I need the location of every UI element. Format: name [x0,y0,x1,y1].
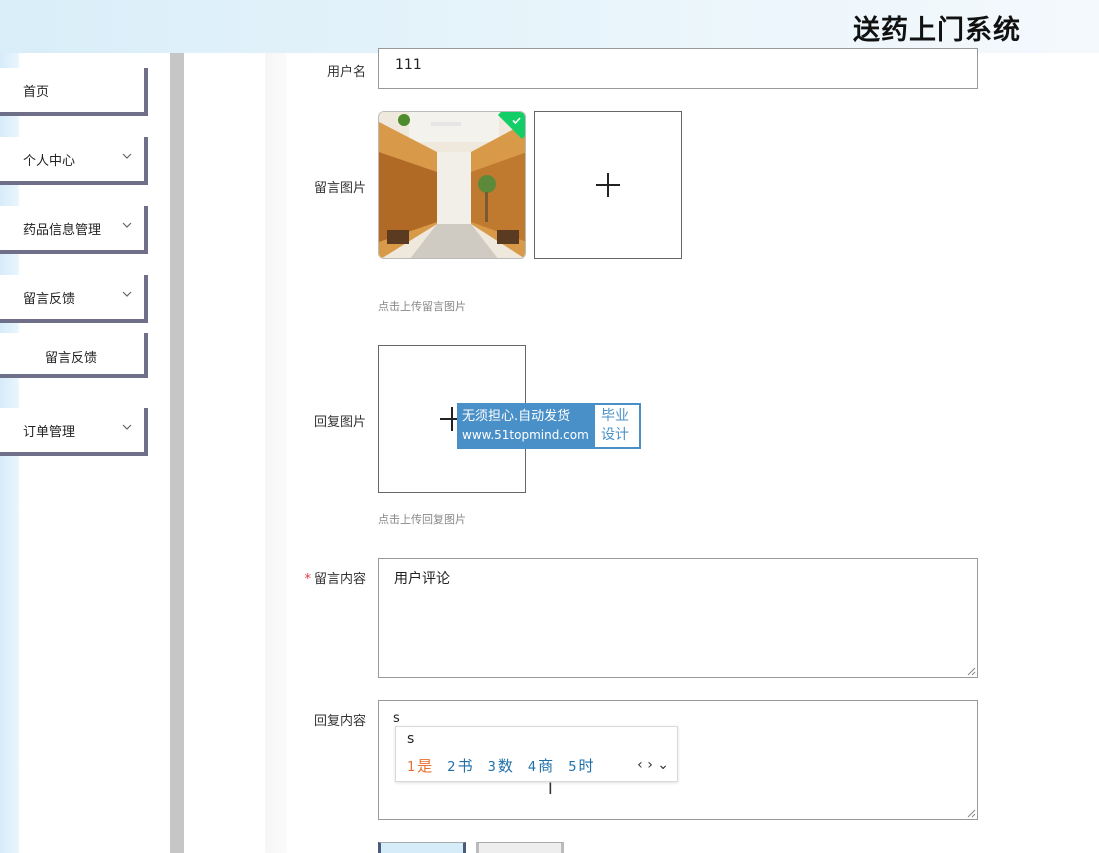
text-cursor-icon: I [548,779,553,798]
reply-content-value: s [393,711,400,726]
background-strip [265,53,287,853]
cancel-button[interactable] [476,842,564,853]
sidebar-item-label: 药品信息管理 [23,223,102,238]
plus-icon [596,173,620,197]
reply-image-label: 回复图片 [313,415,366,430]
message-image-hint: 点击上传留言图片 [378,300,466,313]
check-icon [512,117,521,125]
username-label: 用户名 [326,65,366,80]
ime-candidate-text: 书 [457,757,473,775]
message-content-value: 用户评论 [394,571,450,587]
ime-candidate[interactable]: 4商 [528,755,553,776]
sidebar-subitem-feedback[interactable]: 留言反馈 [0,333,148,378]
ime-candidate[interactable]: 1是 [407,755,432,776]
message-content-label-text: 留言内容 [313,572,366,587]
sidebar-item-orders[interactable]: 订单管理 [0,408,148,456]
watermark-badge-line1: 毕业 [601,408,629,424]
ime-candidate-popup: s 1是 2书 3数 4商 5时 ‹ › ⌄ [395,726,678,782]
message-image-thumbnail[interactable] [378,111,526,259]
ime-candidate-number: 4 [527,760,537,775]
study-room-photo [379,112,525,258]
sidebar-item-feedback[interactable]: 留言反馈 [0,275,148,323]
chevron-down-icon [122,291,132,297]
sidebar-item-label: 订单管理 [23,425,76,440]
chevron-down-icon [122,424,132,430]
reply-content-label: 回复内容 [313,714,366,729]
reply-image-hint: 点击上传回复图片 [378,513,466,526]
required-asterisk: * [304,572,311,587]
sidebar-item-label: 首页 [23,85,50,100]
message-content-label: * 留言内容 [276,568,366,587]
watermark-line1: 无须担心.自动发货 [462,409,571,424]
watermark-badge-line2: 设计 [601,427,629,443]
ime-candidate-text: 数 [497,757,513,775]
sidebar-item-label: 留言反馈 [23,292,76,307]
submit-button[interactable] [378,842,466,853]
ime-candidate-number: 1 [407,760,416,775]
watermark-text: 无须担心.自动发货 www.51topmind.com [457,403,593,449]
watermark-line2: www.51topmind.com [462,428,589,442]
message-image-upload-button[interactable] [534,111,682,259]
ime-candidate-text: 是 [417,757,433,775]
ime-candidate-text: 商 [538,757,554,775]
chevron-down-icon [122,153,132,159]
sidebar-scroll-divider [170,53,184,853]
ime-candidate-number: 3 [487,760,496,775]
ime-candidate[interactable]: 3数 [488,755,513,776]
chevron-down-icon [122,222,132,228]
ime-candidate-number: 5 [568,760,577,775]
message-image-label: 留言图片 [313,181,366,196]
ime-candidate[interactable]: 5时 [568,755,593,776]
app-title: 送药上门系统 [853,15,1021,46]
header-bar: 送药上门系统 [0,0,1099,53]
resize-handle-icon[interactable] [967,667,976,676]
username-input[interactable]: 111 [378,48,978,89]
ime-composition-text: s [407,731,415,747]
username-value: 111 [395,57,422,73]
ime-candidate-text: 时 [578,757,594,775]
watermark-banner: 无须担心.自动发货 www.51topmind.com 毕业 设计 [457,403,641,449]
ime-candidate[interactable]: 2书 [447,755,472,776]
ime-candidate-number: 2 [447,760,456,775]
watermark-badge: 毕业 设计 [593,403,641,449]
sidebar-item-drug-info[interactable]: 药品信息管理 [0,206,148,254]
sidebar-item-label: 留言反馈 [45,351,98,366]
ime-candidate-list: 1是 2书 3数 4商 5时 [407,755,608,776]
message-content-textarea[interactable]: 用户评论 [378,558,978,678]
sidebar-item-personal-center[interactable]: 个人中心 [0,137,148,185]
ime-page-nav-icon[interactable]: ‹ › ⌄ [637,757,669,773]
sidebar-item-label: 个人中心 [23,154,76,169]
sidebar-item-home[interactable]: 首页 [0,68,148,116]
sidebar: 首页 个人中心 药品信息管理 留言反馈 留言反馈 订单管理 [0,53,170,853]
resize-handle-icon[interactable] [967,809,976,818]
